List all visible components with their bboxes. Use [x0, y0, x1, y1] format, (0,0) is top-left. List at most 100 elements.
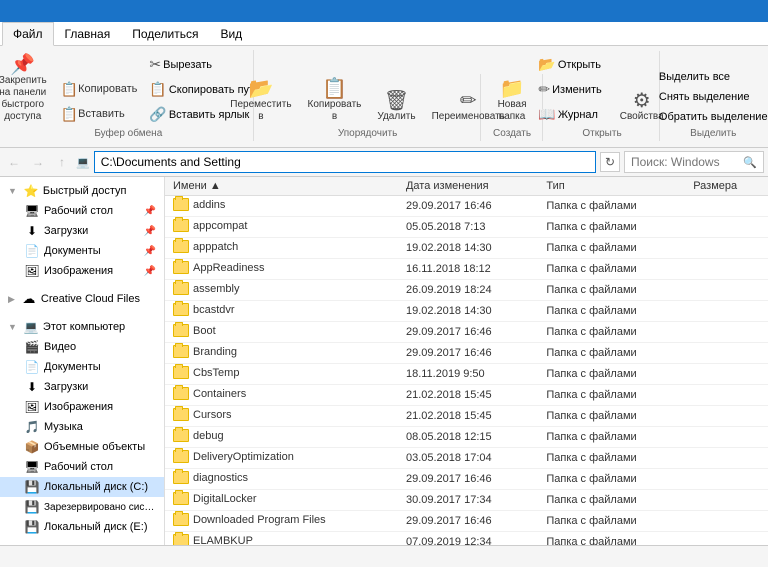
table-row[interactable]: ELAMBKUP 07.09.2019 12:34 Папка с файлам… — [165, 532, 768, 546]
col-type[interactable]: Тип — [538, 177, 685, 196]
table-row[interactable]: Cursors 21.02.2018 15:45 Папка с файлами — [165, 406, 768, 427]
file-type: Папка с файлами — [538, 490, 685, 511]
delete-button[interactable]: 🗑 Удалить — [370, 88, 422, 126]
address-input[interactable] — [94, 151, 596, 173]
pin-indicator: 📌 — [144, 206, 156, 217]
sidebar-item-desktop[interactable]: 🖥 Рабочий стол 📌 — [0, 201, 164, 221]
file-type: Папка с файлами — [538, 217, 685, 238]
open-icon: 📂 — [538, 56, 555, 73]
sidebar-item-images[interactable]: 🖼 Изображения 📌 — [0, 261, 164, 281]
file-name: DeliveryOptimization — [165, 448, 398, 469]
forward-button[interactable]: → — [28, 152, 48, 172]
copy-to-button[interactable]: 📋 Копироватьв — [301, 76, 369, 126]
desktop-icon: 🖥 — [24, 203, 40, 219]
table-row[interactable]: Branding 29.09.2017 16:46 Папка с файлам… — [165, 343, 768, 364]
table-row[interactable]: Containers 21.02.2018 15:45 Папка с файл… — [165, 385, 768, 406]
sidebar-item-music[interactable]: 🎵 Музыка — [0, 417, 164, 437]
sidebar-item-local-e[interactable]: 💾 Локальный диск (E:) — [0, 517, 164, 537]
copy-button[interactable]: 📋 Копировать — [56, 78, 143, 101]
search-box[interactable]: 🔍 — [624, 151, 764, 173]
table-row[interactable]: CbsTemp 18.11.2019 9:50 Папка с файлами — [165, 364, 768, 385]
paste-icon: 📋 — [61, 106, 78, 123]
table-row[interactable]: DigitalLocker 30.09.2017 17:34 Папка с ф… — [165, 490, 768, 511]
col-date[interactable]: Дата изменения — [398, 177, 538, 196]
paste-button[interactable]: 📋 Вставить — [56, 103, 143, 126]
sidebar-item-creative-cloud[interactable]: ▶ ☁ Creative Cloud Files — [0, 289, 164, 309]
tab-share[interactable]: Поделиться — [121, 22, 209, 45]
table-row[interactable]: assembly 26.09.2019 18:24 Папка с файлам… — [165, 280, 768, 301]
pc-icon: 💻 — [23, 319, 39, 335]
select-all-button[interactable]: Выделить все — [654, 68, 768, 86]
journal-button[interactable]: 📖 Журнал — [533, 103, 606, 126]
sidebar-item-this-pc[interactable]: ▼ 💻 Этот компьютер — [0, 317, 164, 337]
sidebar-item-images2[interactable]: 🖼 Изображения — [0, 397, 164, 417]
invert-selection-button[interactable]: Обратить выделение — [654, 108, 768, 126]
file-name: addins — [165, 196, 398, 217]
sidebar-item-label: Рабочий стол — [44, 461, 113, 473]
up-button[interactable]: ↑ — [52, 152, 72, 172]
sidebar-item-video[interactable]: 🎬 Видео — [0, 337, 164, 357]
cut-button[interactable]: ✂ Вырезать — [144, 53, 264, 76]
file-type: Папка с файлами — [538, 385, 685, 406]
location-icon: 💻 — [76, 156, 90, 169]
images-icon: 🖼 — [24, 263, 40, 279]
sidebar-item-desktop2[interactable]: 🖥 Рабочий стол — [0, 457, 164, 477]
tab-file[interactable]: Файл — [2, 22, 54, 46]
sidebar-item-label: Рабочий стол — [44, 205, 113, 217]
file-name: Boot — [165, 322, 398, 343]
sidebar-item-label: Этот компьютер — [43, 321, 125, 333]
sidebar-item-documents[interactable]: 📄 Документы 📌 — [0, 241, 164, 261]
new-folder-button[interactable]: 📁 Новаяпапка — [490, 76, 534, 126]
refresh-button[interactable]: ↻ — [600, 152, 620, 172]
expand-icon: ▼ — [8, 186, 17, 196]
sidebar-item-downloads2[interactable]: ⬇ Загрузки — [0, 377, 164, 397]
desktop2-icon: 🖥 — [24, 459, 40, 475]
table-row[interactable]: appcompat 05.05.2018 7:13 Папка с файлам… — [165, 217, 768, 238]
pin-indicator: 📌 — [144, 266, 156, 277]
search-input[interactable] — [631, 155, 743, 169]
sidebar-item-label: Объемные объекты — [44, 441, 145, 453]
deselect-button[interactable]: Снять выделение — [654, 88, 768, 106]
file-name: Downloaded Program Files — [165, 511, 398, 532]
table-row[interactable]: apppatch 19.02.2018 14:30 Папка с файлам… — [165, 238, 768, 259]
table-row[interactable]: bcastdvr 19.02.2018 14:30 Папка с файлам… — [165, 301, 768, 322]
open-button[interactable]: 📂 Открыть — [533, 53, 606, 76]
file-name: apppatch — [165, 238, 398, 259]
file-name: diagnostics — [165, 469, 398, 490]
address-bar: ← → ↑ 💻 ↻ 🔍 — [0, 148, 768, 177]
sidebar-item-local-c[interactable]: 💾 Локальный диск (C:) — [0, 477, 164, 497]
table-row[interactable]: DeliveryOptimization 03.05.2018 17:04 Па… — [165, 448, 768, 469]
table-row[interactable]: Boot 29.09.2017 16:46 Папка с файлами — [165, 322, 768, 343]
expand-icon: ▶ — [8, 294, 15, 305]
tab-home[interactable]: Главная — [54, 22, 122, 45]
sidebar-item-reserved-d[interactable]: 💾 Зарезервировано системой (D:) — [0, 497, 164, 517]
main-area: ▼ ⭐ Быстрый доступ 🖥 Рабочий стол 📌 ⬇ За… — [0, 177, 768, 545]
file-date: 07.09.2019 12:34 — [398, 532, 538, 546]
sidebar-item-label: Зарезервировано системой (D:) — [44, 502, 156, 513]
sidebar-item-label: Документы — [44, 245, 101, 257]
pin-button[interactable]: 📌 Закрепить на панелибыстрого доступа — [0, 52, 54, 126]
file-type: Папка с файлами — [538, 448, 685, 469]
move-button[interactable]: 📂 Переместитьв — [223, 76, 298, 126]
col-name[interactable]: Имени ▲ — [165, 177, 398, 196]
file-date: 19.02.2018 14:30 — [398, 301, 538, 322]
organize-label: Упорядочить — [338, 128, 398, 139]
folder-icon — [173, 303, 189, 316]
sidebar-item-docs2[interactable]: 📄 Документы — [0, 357, 164, 377]
table-row[interactable]: diagnostics 29.09.2017 16:46 Папка с фай… — [165, 469, 768, 490]
sidebar-item-downloads[interactable]: ⬇ Загрузки 📌 — [0, 221, 164, 241]
table-row[interactable]: AppReadiness 16.11.2018 18:12 Папка с фа… — [165, 259, 768, 280]
table-row[interactable]: Downloaded Program Files 29.09.2017 16:4… — [165, 511, 768, 532]
edit-button[interactable]: ✏ Изменить — [533, 78, 606, 101]
file-type: Папка с файлами — [538, 511, 685, 532]
table-row[interactable]: debug 08.05.2018 12:15 Папка с файлами — [165, 427, 768, 448]
tab-view[interactable]: Вид — [209, 22, 253, 45]
sidebar-item-label: Загрузки — [44, 225, 88, 237]
back-button[interactable]: ← — [4, 152, 24, 172]
file-size — [685, 511, 768, 532]
sidebar-item-3dobjects[interactable]: 📦 Объемные объекты — [0, 437, 164, 457]
col-size[interactable]: Размера — [685, 177, 768, 196]
table-row[interactable]: addins 29.09.2017 16:46 Папка с файлами — [165, 196, 768, 217]
file-name: appcompat — [165, 217, 398, 238]
sidebar-item-quick-access[interactable]: ▼ ⭐ Быстрый доступ — [0, 181, 164, 201]
